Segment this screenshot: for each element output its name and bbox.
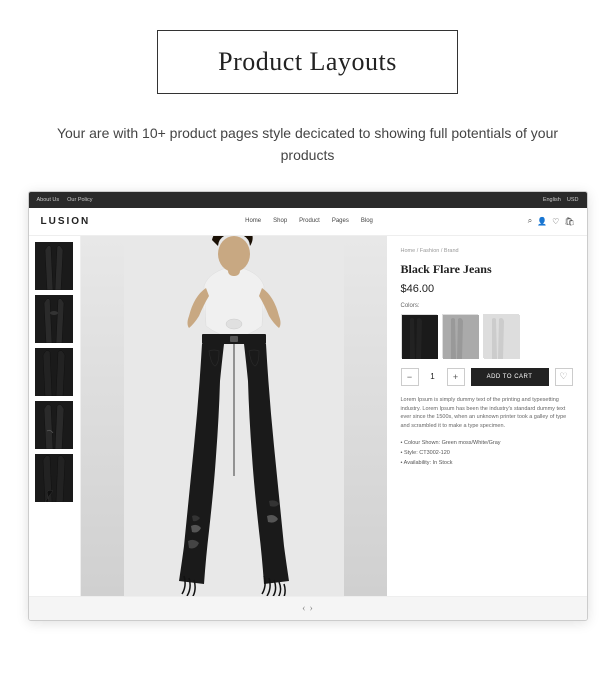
meta-availability: Availability: In Stock [401, 459, 573, 469]
thumbnail-4[interactable] [35, 401, 73, 449]
cart-icon[interactable]: 🛍 [564, 217, 574, 226]
search-icon[interactable]: ⌕ [528, 216, 532, 226]
main-product-image [81, 236, 387, 596]
top-bar-left: About Us Our Policy [37, 197, 93, 203]
meta-style: Style: CT3002-120 [401, 449, 573, 459]
nav-icons: ⌕ 👤 ♡ 🛍 [528, 216, 575, 226]
nav-arrows: ‹ › [29, 596, 587, 620]
nav-pages[interactable]: Pages [332, 218, 349, 224]
color-swatches [401, 314, 573, 358]
meta-colour: Colour Shown: Green moss/White/Gray [401, 439, 573, 449]
wishlist-icon[interactable]: ♡ [552, 217, 559, 226]
top-bar-about[interactable]: About Us [37, 197, 60, 203]
user-icon[interactable]: 👤 [537, 217, 547, 226]
thumbnail-1[interactable] [35, 242, 73, 290]
product-meta: Colour Shown: Green moss/White/Gray Styl… [401, 439, 573, 469]
quantity-row: − 1 + ADD TO CART ♡ [401, 368, 573, 386]
wishlist-button[interactable]: ♡ [555, 368, 573, 386]
nav-blog[interactable]: Blog [361, 218, 373, 224]
browser-mockup: About Us Our Policy English USD LUSION H… [28, 191, 588, 621]
nav-product[interactable]: Product [299, 218, 320, 224]
product-name: Black Flare Jeans [401, 262, 573, 277]
quantity-decrease-button[interactable]: − [401, 368, 419, 386]
subtitle: Your are with 10+ product pages style de… [0, 122, 615, 167]
top-bar-currency[interactable]: USD [567, 197, 579, 203]
product-price: $46.00 [401, 283, 573, 295]
nav-links: Home Shop Product Pages Blog [245, 218, 373, 224]
quantity-increase-button[interactable]: + [447, 368, 465, 386]
page-title: Product Layouts [218, 47, 397, 76]
product-description: Lorem Ipsum is simply dummy text of the … [401, 396, 573, 431]
next-arrow[interactable]: › [310, 603, 313, 614]
quantity-value: 1 [425, 372, 441, 381]
nav-shop[interactable]: Shop [273, 218, 287, 224]
swatch-dark[interactable] [401, 314, 437, 358]
breadcrumb: Home / Fashion / Brand [401, 248, 573, 254]
colors-label: Colors: [401, 303, 573, 309]
swatch-gray[interactable] [442, 314, 478, 358]
thumbnail-2[interactable] [35, 295, 73, 343]
title-box: Product Layouts [157, 30, 458, 94]
thumbnail-3[interactable] [35, 348, 73, 396]
top-bar: About Us Our Policy English USD [29, 192, 587, 208]
page-wrapper: Product Layouts Your are with 10+ produc… [0, 0, 615, 695]
add-to-cart-button[interactable]: ADD TO CART [471, 368, 549, 386]
nav-home[interactable]: Home [245, 218, 261, 224]
site-logo[interactable]: LUSION [41, 216, 91, 227]
product-area: Home / Fashion / Brand Black Flare Jeans… [29, 236, 587, 596]
top-bar-policy[interactable]: Our Policy [67, 197, 92, 203]
product-details-panel: Home / Fashion / Brand Black Flare Jeans… [387, 236, 587, 596]
thumbnail-5[interactable] [35, 454, 73, 502]
thumbnail-list [29, 236, 81, 596]
top-bar-lang[interactable]: English [543, 197, 561, 203]
prev-arrow[interactable]: ‹ [302, 603, 305, 614]
nav-bar: LUSION Home Shop Product Pages Blog ⌕ 👤 … [29, 208, 587, 236]
swatch-light[interactable] [483, 314, 519, 358]
top-bar-right: English USD [543, 197, 579, 203]
